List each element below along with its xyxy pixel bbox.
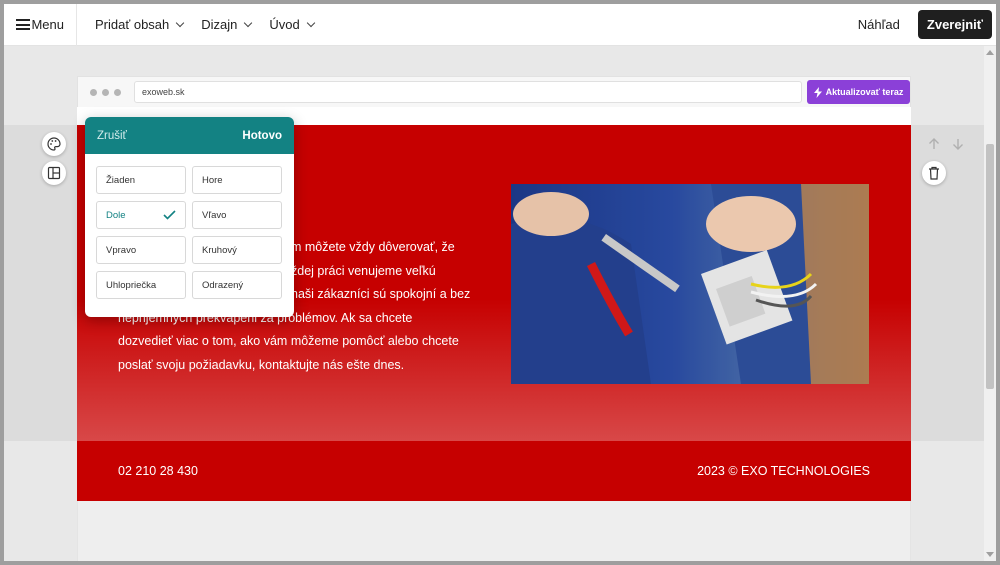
- footer-copyright: 2023 © EXO TECHNOLOGIES: [697, 464, 870, 478]
- chevron-down-icon: [244, 18, 253, 28]
- hero-line: dozvedieť viac o tom, ako vám môžeme pom…: [118, 334, 459, 348]
- preview-button[interactable]: Náhľad: [858, 17, 900, 32]
- hero-line: poslať svoju požiadavku, kontaktujte nás…: [118, 357, 405, 372]
- option-top[interactable]: Hore: [192, 166, 282, 194]
- option-none[interactable]: Žiaden: [96, 166, 186, 194]
- option-label: Vpravo: [106, 244, 137, 256]
- nav-design[interactable]: Dizajn: [201, 17, 253, 32]
- publish-button[interactable]: Zverejniť: [917, 10, 992, 39]
- option-label: Vľavo: [202, 209, 227, 221]
- animation-direction-popup: Zrušiť Hotovo Žiaden Hore Dole Vľavo Vpr…: [85, 117, 294, 317]
- menu-label: Menu: [31, 17, 64, 32]
- design-palette-button[interactable]: [42, 132, 66, 156]
- nav-add-content[interactable]: Pridať obsah: [95, 17, 185, 32]
- update-now-button[interactable]: Aktualizovať teraz: [807, 80, 910, 104]
- browser-bar: exoweb.sk Aktualizovať teraz: [77, 76, 911, 107]
- url-field: exoweb.sk: [134, 81, 802, 103]
- option-circular[interactable]: Kruhový: [192, 236, 282, 264]
- arrow-down-icon: [953, 139, 963, 150]
- lightning-icon: [813, 86, 822, 98]
- nav-design-label: Dizajn: [201, 17, 238, 32]
- option-bottom[interactable]: Dole: [96, 201, 186, 229]
- update-now-label: Aktualizovať teraz: [825, 87, 904, 97]
- move-down-button[interactable]: [946, 132, 970, 156]
- footer-phone: 02 210 28 430: [118, 464, 198, 478]
- chevron-down-icon: [176, 18, 185, 28]
- electrician-photo[interactable]: [511, 184, 869, 384]
- option-grid: Žiaden Hore Dole Vľavo Vpravo Kruhový Uh…: [85, 154, 294, 299]
- hamburger-icon: [16, 19, 30, 30]
- layout-button[interactable]: [42, 161, 66, 185]
- popup-header: Zrušiť Hotovo: [85, 117, 294, 154]
- scroll-down-arrow[interactable]: [986, 552, 994, 557]
- checkmark-icon: [163, 210, 176, 220]
- option-bounced[interactable]: Odrazený: [192, 271, 282, 299]
- editor-window: Menu Pridať obsah Dizajn Úvod Náhľad Zve…: [4, 4, 996, 561]
- chevron-down-icon: [306, 18, 315, 28]
- option-label: Kruhový: [202, 244, 237, 256]
- electrician-image: [511, 184, 869, 384]
- scroll-up-arrow[interactable]: [986, 50, 994, 55]
- option-label: Odrazený: [202, 279, 244, 291]
- layout-icon: [47, 166, 61, 180]
- menu-button[interactable]: Menu: [4, 4, 77, 46]
- done-button[interactable]: Hotovo: [242, 130, 282, 142]
- next-section: [77, 501, 911, 561]
- trash-icon: [929, 166, 939, 180]
- option-diagonal[interactable]: Uhlopriečka: [96, 271, 186, 299]
- option-label: Uhlopriečka: [106, 279, 157, 291]
- move-up-button[interactable]: [922, 132, 946, 156]
- option-left[interactable]: Vľavo: [192, 201, 282, 229]
- nav-home-label: Úvod: [269, 17, 300, 32]
- site-footer[interactable]: 02 210 28 430 2023 © EXO TECHNOLOGIES: [77, 441, 911, 501]
- nav-home[interactable]: Úvod: [269, 17, 315, 32]
- nav-add-content-label: Pridať obsah: [95, 17, 170, 32]
- option-label: Hore: [202, 174, 223, 186]
- option-label: Dole: [106, 209, 126, 221]
- scrollbar-thumb[interactable]: [986, 144, 994, 389]
- option-right[interactable]: Vpravo: [96, 236, 186, 264]
- arrow-up-icon: [929, 138, 939, 149]
- window-dots: [90, 88, 121, 96]
- option-label: Žiaden: [106, 174, 136, 186]
- cancel-button[interactable]: Zrušiť: [97, 130, 127, 142]
- vertical-scrollbar[interactable]: [984, 46, 996, 561]
- palette-icon: [47, 137, 61, 151]
- top-toolbar: Menu Pridať obsah Dizajn Úvod Náhľad Zve…: [4, 4, 996, 46]
- delete-section-button[interactable]: [922, 161, 946, 185]
